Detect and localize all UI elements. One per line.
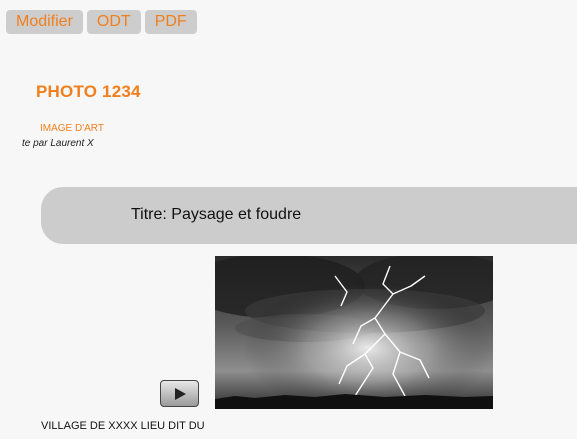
page: Modifier ODT PDF PHOTO 1234 IMAGE D'ART … — [0, 0, 577, 439]
play-icon — [174, 388, 186, 400]
record-caption: VILLAGE DE XXXX LIEU DIT DU — [41, 420, 205, 432]
record-credit: te par Laurent X — [22, 138, 94, 149]
odt-export-button[interactable]: ODT — [86, 10, 141, 34]
record-title: PHOTO 1234 — [36, 82, 141, 101]
lightning-photo-image — [215, 256, 493, 409]
title-band: Titre: Paysage et foudre — [41, 187, 577, 244]
record-heading: Titre: Paysage et foudre — [131, 206, 302, 223]
toolbar: Modifier ODT PDF — [6, 10, 197, 34]
modifier-button[interactable]: Modifier — [6, 10, 83, 34]
photo-thumbnail[interactable] — [215, 256, 493, 409]
play-button[interactable] — [160, 380, 199, 407]
pdf-export-button[interactable]: PDF — [144, 10, 197, 34]
record-type: IMAGE D'ART — [40, 123, 104, 134]
